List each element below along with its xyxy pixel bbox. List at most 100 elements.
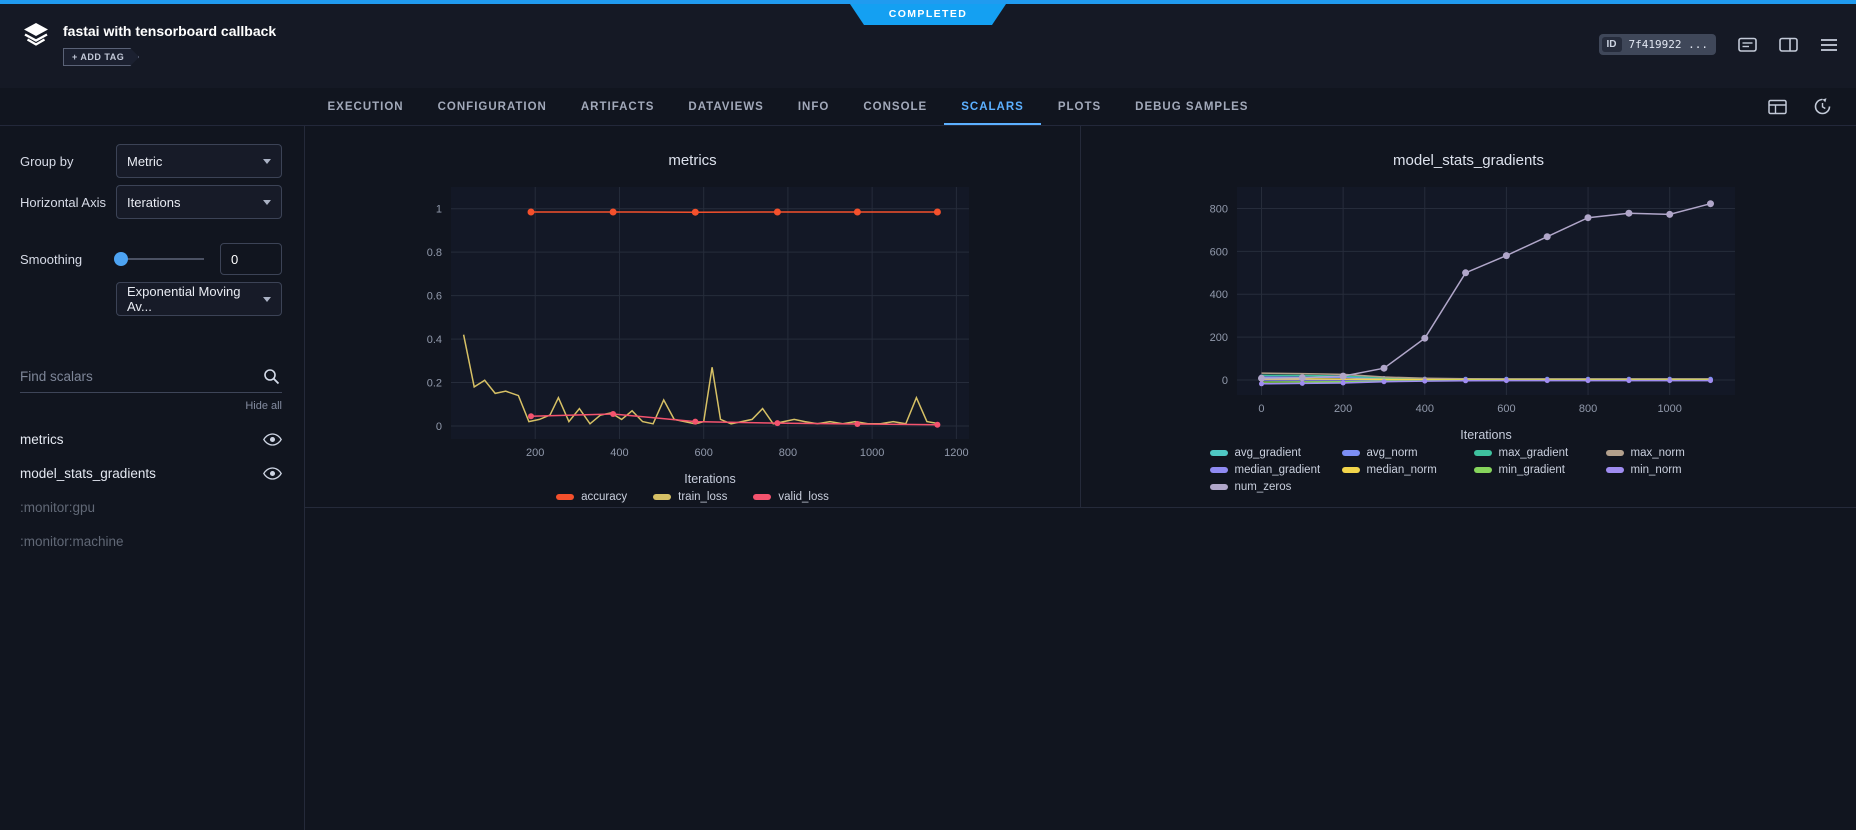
horizontal-axis-label: Horizontal Axis (20, 195, 116, 210)
legend-swatch (1606, 450, 1624, 456)
legend-label: max_norm (1631, 447, 1685, 459)
legend-item-max_norm[interactable]: max_norm (1606, 447, 1728, 459)
legend-label: avg_gradient (1235, 447, 1302, 459)
legend-item-num_zeros[interactable]: num_zeros (1210, 481, 1332, 493)
legend-item-min_gradient[interactable]: min_gradient (1474, 464, 1596, 476)
legend-swatch (1606, 467, 1624, 473)
svg-text:400: 400 (610, 447, 628, 459)
search-icon[interactable] (263, 368, 280, 390)
legend-item-median_gradient[interactable]: median_gradient (1210, 464, 1332, 476)
metric-list: metricsmodel_stats_gradients :monitor:gpu… (20, 422, 282, 558)
legend-label: median_norm (1367, 464, 1437, 476)
legend-swatch (753, 494, 771, 500)
smoothing-row: Smoothing (20, 243, 282, 275)
legend-swatch (556, 494, 574, 500)
svg-text:200: 200 (1209, 332, 1227, 344)
legend-label: train_loss (678, 491, 727, 503)
metric-item-metrics[interactable]: metrics (20, 422, 282, 456)
svg-text:Iterations: Iterations (1460, 428, 1511, 442)
svg-text:200: 200 (1333, 403, 1351, 415)
chevron-down-icon (263, 297, 271, 302)
smoothing-value-input[interactable] (220, 243, 282, 275)
svg-text:1000: 1000 (859, 447, 883, 459)
legend-label: num_zeros (1235, 481, 1292, 493)
chevron-down-icon (263, 200, 271, 205)
legend-item-min_norm[interactable]: min_norm (1606, 464, 1728, 476)
tab-debug-samples[interactable]: DEBUG SAMPLES (1118, 88, 1265, 125)
status-badge: COMPLETED (850, 4, 1006, 25)
svg-text:800: 800 (1578, 403, 1596, 415)
svg-text:0.8: 0.8 (426, 247, 441, 259)
metric-item-monitor-gpu[interactable]: :monitor:gpu (20, 490, 282, 524)
legend-swatch (1474, 450, 1492, 456)
smoothing-slider[interactable] (116, 258, 204, 260)
metric-item-label: :monitor:gpu (20, 500, 95, 515)
tab-bar: EXECUTIONCONFIGURATIONARTIFACTSDATAVIEWS… (0, 88, 1856, 126)
legend-item-median_norm[interactable]: median_norm (1342, 464, 1464, 476)
smoothing-slider-thumb[interactable] (114, 252, 128, 266)
svg-text:0.4: 0.4 (426, 334, 441, 346)
group-by-row: Group by Metric (20, 144, 282, 178)
svg-text:0.6: 0.6 (426, 291, 441, 303)
legend-swatch (653, 494, 671, 500)
id-value: 7f419922 ... (1629, 38, 1708, 51)
svg-text:800: 800 (1209, 203, 1227, 215)
legend-swatch (1210, 450, 1228, 456)
metrics-chart[interactable]: 2004006008001000120000.20.40.60.81Iterat… (393, 173, 993, 489)
legend-swatch (1342, 467, 1360, 473)
clearml-logo-icon (22, 22, 50, 52)
find-scalars-input[interactable] (20, 362, 254, 390)
legend-item-max_gradient[interactable]: max_gradient (1474, 447, 1596, 459)
legend-item-avg_gradient[interactable]: avg_gradient (1210, 447, 1332, 459)
hide-all-button[interactable]: Hide all (20, 400, 282, 412)
metric-item-monitor-machine[interactable]: :monitor:machine (20, 524, 282, 558)
group-by-select[interactable]: Metric (116, 144, 282, 178)
svg-text:1200: 1200 (944, 447, 968, 459)
svg-text:600: 600 (1497, 403, 1515, 415)
legend-item-accuracy[interactable]: accuracy (556, 491, 627, 503)
tab-console[interactable]: CONSOLE (846, 88, 944, 125)
legend-label: valid_loss (778, 491, 829, 503)
tab-configuration[interactable]: CONFIGURATION (421, 88, 564, 125)
smoothing-type-select[interactable]: Exponential Moving Av... (116, 282, 282, 316)
tab-scalars[interactable]: SCALARS (944, 88, 1041, 125)
metrics-table-icon[interactable] (1768, 99, 1787, 115)
svg-text:600: 600 (694, 447, 712, 459)
legend-item-avg_norm[interactable]: avg_norm (1342, 447, 1464, 459)
header-actions: ID 7f419922 ... (1599, 34, 1838, 55)
tab-bar-icons (1768, 88, 1832, 125)
legend-item-train_loss[interactable]: train_loss (653, 491, 727, 503)
svg-text:400: 400 (1415, 403, 1433, 415)
metric-item-model-stats-gradients[interactable]: model_stats_gradients (20, 456, 282, 490)
legend-item-valid_loss[interactable]: valid_loss (753, 491, 829, 503)
smoothing-label: Smoothing (20, 252, 116, 267)
legend-label: min_gradient (1499, 464, 1565, 476)
visibility-eye-icon[interactable] (263, 467, 282, 480)
tab-info[interactable]: INFO (781, 88, 846, 125)
add-tag-button[interactable]: + ADD TAG (63, 48, 139, 66)
experiment-title: fastai with tensorboard callback (63, 23, 276, 39)
horizontal-axis-select[interactable]: Iterations (116, 185, 282, 219)
legend-label: avg_norm (1367, 447, 1418, 459)
legend-swatch (1210, 484, 1228, 490)
tab-plots[interactable]: PLOTS (1041, 88, 1118, 125)
legend-label: accuracy (581, 491, 627, 503)
visibility-eye-icon[interactable] (263, 433, 282, 446)
menu-icon[interactable] (1820, 38, 1838, 52)
chart-panel-model-stats-gradients: model_stats_gradients 020040060080010000… (1080, 126, 1856, 507)
tab-dataviews[interactable]: DATAVIEWS (671, 88, 780, 125)
refresh-history-icon[interactable] (1813, 97, 1832, 116)
details-panel-icon[interactable] (1779, 37, 1798, 53)
svg-text:1000: 1000 (1657, 403, 1681, 415)
find-scalars-row (20, 362, 282, 393)
experiment-id-badge[interactable]: ID 7f419922 ... (1599, 34, 1716, 55)
tab-execution[interactable]: EXECUTION (311, 88, 421, 125)
svg-text:0: 0 (1221, 375, 1227, 387)
charts-row: metrics 2004006008001000120000.20.40.60.… (305, 126, 1856, 508)
chart-title-model-stats-gradients: model_stats_gradients (1081, 152, 1856, 169)
tab-artifacts[interactable]: ARTIFACTS (564, 88, 672, 125)
comments-icon[interactable] (1738, 37, 1757, 53)
main-area: metrics 2004006008001000120000.20.40.60.… (305, 126, 1856, 830)
model-stats-gradients-chart[interactable]: 020040060080010000200400600800Iterations (1179, 173, 1759, 445)
svg-text:200: 200 (526, 447, 544, 459)
